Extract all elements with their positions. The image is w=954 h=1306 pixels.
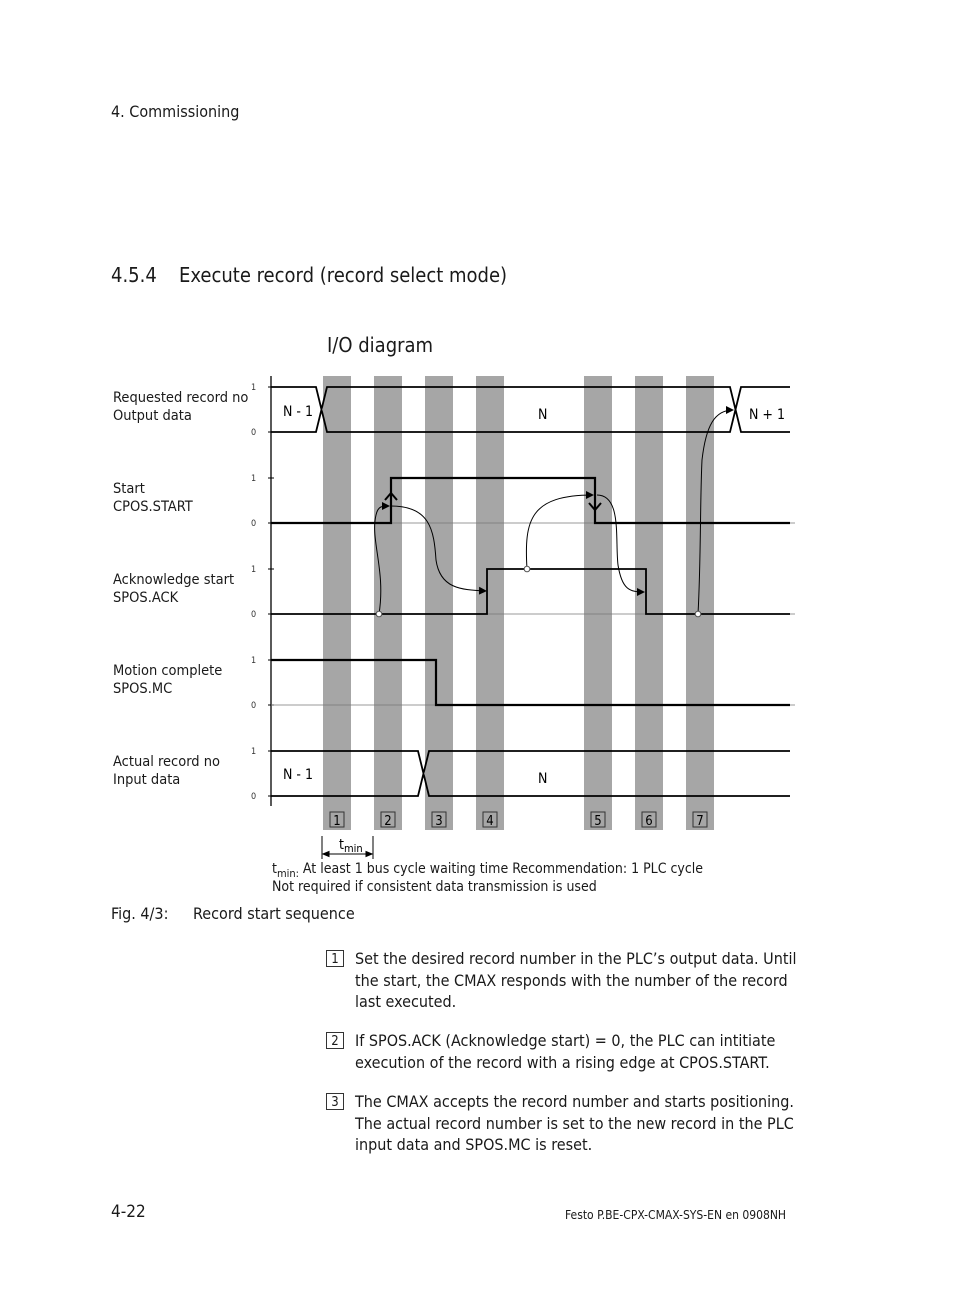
step-item-2: 2 If SPOS.ACK (Acknowledge start) = 0, t… [326,1030,806,1073]
step-number-box: 2 [326,1032,344,1049]
step-band-4 [476,376,504,830]
figure-caption: Fig. 4/3: Record start sequence [111,904,355,923]
causal-arrow-start-to-ack [390,505,487,595]
signal-label-line1: Start [113,481,145,497]
value-n-input: N [538,771,547,787]
step-band-7 [686,376,714,830]
step-marker-1: 1 [333,814,340,829]
step-text: Set the desired record number in the PLC… [355,949,797,1011]
level-low-label: 0 [251,701,256,711]
level-low-label: 0 [251,792,256,802]
signal-trace-actual-record [271,750,790,797]
causal-arrow-ack-to-start [374,502,390,615]
signal-trace-ack [271,568,790,615]
trigger-dot [375,610,383,618]
step-band-2 [374,376,402,830]
tmin-t: t [339,837,344,853]
signal-label-line2: SPOS.MC [113,680,173,697]
step-marker-7: 7 [696,814,703,829]
step-number-box: 1 [326,950,344,967]
tmin-label: tmin [339,837,363,855]
falling-edge-arrow-icon [588,502,602,512]
step-marker-3: 3 [435,814,442,829]
rising-edge-arrow-icon [384,491,398,501]
tmin-note-line2: Not required if consistent data transmis… [272,879,597,895]
signal-label-line1: Motion complete [113,663,223,679]
signal-label-line2: Input data [113,771,181,788]
page-number: 4-22 [111,1202,146,1222]
step-text: The CMAX accepts the record number and s… [355,1092,794,1154]
section-title: Execute record (record select mode) [179,263,508,287]
signal-label-line1: Actual record no [113,754,220,770]
step-number-box: 3 [326,1093,344,1110]
step-marker-6: 6 [645,814,652,829]
signal-trace-start [271,476,790,525]
tmin-sub: min [344,842,363,855]
step-band-1 [323,376,351,830]
note-prefix-sub: min: [276,866,299,880]
step-markers: 1 2 3 4 5 6 7 [329,811,708,829]
signal-trace-requested-record [271,386,790,433]
signal-trace-mc [271,658,790,707]
level-high-label: 1 [251,747,256,757]
level-labels: 1 0 1 0 1 0 1 0 1 0 [251,383,256,802]
value-n-output: N [538,407,547,423]
figure-number: Fig. 4/3: [111,904,169,923]
causal-arrow-ack-to-next-record [697,406,734,615]
step-text: If SPOS.ACK (Acknowledge start) = 0, the… [355,1031,776,1072]
step-band-3 [425,376,453,830]
value-n-minus-1-input: N - 1 [283,767,313,783]
signal-label-line2: SPOS.ACK [113,589,179,606]
causal-arrow-start-fall-to-ack [596,494,645,596]
level-low-label: 0 [251,519,256,529]
value-n-minus-1-output: N - 1 [283,404,313,420]
signal-label-mc: Motion complete SPOS.MC [113,663,222,698]
step-marker-5: 5 [594,814,601,829]
step-band-6 [635,376,663,830]
level-low-label: 0 [251,428,256,438]
chapter-header: 4. Commissioning [111,102,240,121]
value-n-plus-1-output: N + 1 [749,407,785,423]
document-reference: Festo P.BE-CPX-CMAX-SYS-EN en 0908NH [565,1208,787,1222]
signal-label-requested-record: Requested record no Output data [113,390,248,425]
note-text: At least 1 bus cycle waiting time Recomm… [298,861,704,877]
signal-label-line2: Output data [113,407,192,424]
level-high-label: 1 [251,656,256,666]
level-high-label: 1 [251,383,256,393]
tmin-dimension [321,836,374,859]
step-marker-4: 4 [486,814,493,829]
tmin-note-line1: tmin: At least 1 bus cycle waiting time … [272,861,703,880]
step-band-5 [584,376,612,830]
causal-arrows [374,406,734,615]
section-number: 4.5.4 [111,263,157,287]
level-ticks [268,386,274,797]
causal-arrow-ack-to-start-fall [525,491,594,570]
trigger-dot [523,565,531,573]
step-item-1: 1 Set the desired record number in the P… [326,948,806,1013]
diagram-title: I/O diagram [327,333,434,357]
level-high-label: 1 [251,565,256,575]
baselines [271,522,795,706]
signal-label-line1: Requested record no [113,390,249,406]
step-marker-2: 2 [384,814,391,829]
signal-label-line2: CPOS.START [113,498,193,515]
section-heading: 4.5.4 Execute record (record select mode) [111,263,507,287]
signal-label-actual-record: Actual record no Input data [113,754,220,789]
step-bands [323,376,714,830]
signal-label-start: Start CPOS.START [113,481,193,516]
level-low-label: 0 [251,610,256,620]
signal-label-line1: Acknowledge start [113,572,235,588]
step-item-3: 3 The CMAX accepts the record number and… [326,1091,806,1156]
trigger-dot [694,610,702,618]
level-high-label: 1 [251,474,256,484]
signal-label-ack: Acknowledge start SPOS.ACK [113,572,234,607]
figure-title: Record start sequence [193,904,355,923]
